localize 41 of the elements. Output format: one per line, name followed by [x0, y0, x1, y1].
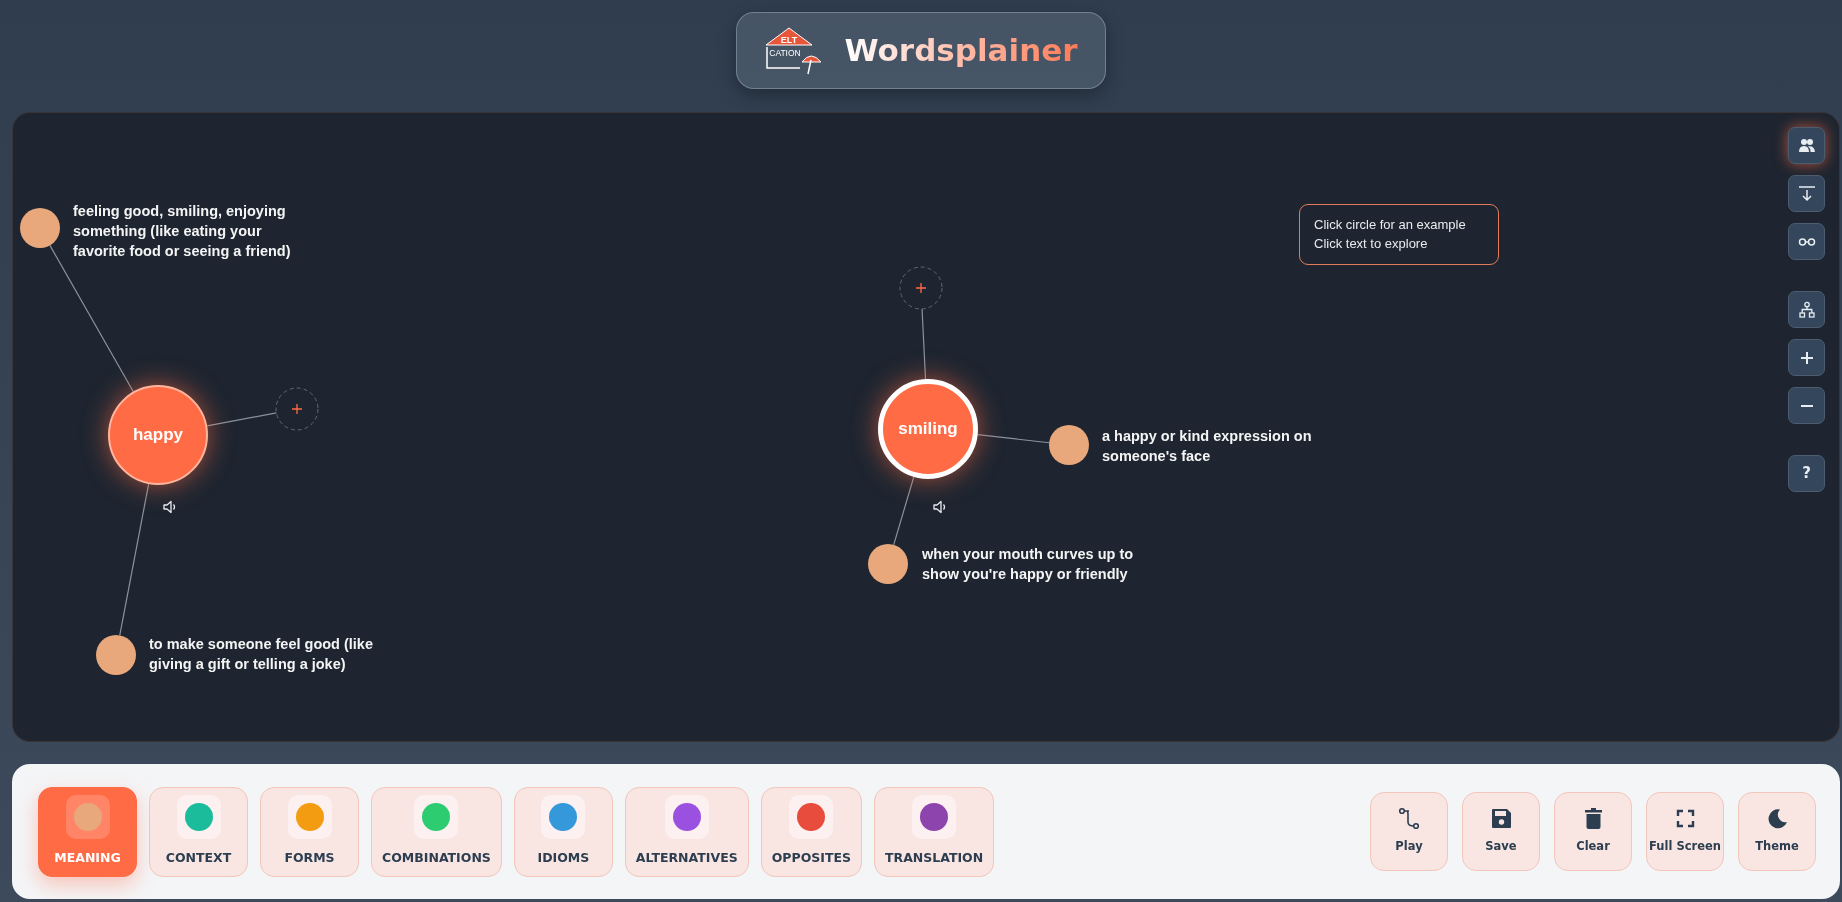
category-tab[interactable]: ALTERNATIVES: [624, 786, 749, 877]
definition-text[interactable]: to make someone feel good (like giving a gift or telling a joke): [149, 634, 381, 674]
arrow-down-icon: [1797, 184, 1816, 203]
full-screen-button[interactable]: Full Screen: [1646, 792, 1724, 871]
example-circle[interactable]: [20, 208, 60, 248]
example-circle[interactable]: [868, 544, 908, 584]
hierarchy-button[interactable]: [1788, 291, 1825, 328]
glasses-button[interactable]: [1788, 223, 1825, 260]
definition-text[interactable]: a happy or kind expression on someone's face: [1102, 426, 1334, 466]
users-button[interactable]: [1788, 127, 1825, 164]
speaker-icon[interactable]: [162, 499, 178, 515]
zoom-in-button[interactable]: [1788, 339, 1825, 376]
hint-text: Click text to explore: [1314, 235, 1429, 253]
category-tab[interactable]: TRANSLATION: [874, 786, 995, 877]
definition-text[interactable]: when your mouth curves up to show you're happy or friendly: [922, 544, 1154, 584]
add-node-button[interactable]: [275, 387, 319, 431]
example-circle[interactable]: [96, 635, 136, 675]
category-tab[interactable]: FORMS: [260, 786, 359, 877]
people-icon: [1797, 136, 1816, 155]
save-button[interactable]: Save: [1462, 792, 1540, 871]
connector-line: [206, 412, 277, 427]
theme-button[interactable]: Theme: [1738, 792, 1816, 871]
add-node-button[interactable]: [899, 266, 943, 310]
category-tab[interactable]: IDIOMS: [513, 786, 613, 877]
path-icon: [1397, 807, 1421, 831]
zoom-out-icon: [1799, 404, 1814, 407]
speaker-icon[interactable]: [932, 499, 948, 515]
arrow-down-button[interactable]: [1788, 175, 1825, 212]
category-tab[interactable]: OPPOSITES: [760, 786, 862, 877]
glasses-icon: [1797, 237, 1816, 246]
play-button[interactable]: Play: [1370, 792, 1448, 871]
connector-line: [893, 476, 915, 546]
example-circle[interactable]: [1049, 425, 1089, 465]
connector-line: [921, 308, 927, 380]
help-button[interactable]: ?: [1788, 455, 1825, 492]
category-tab[interactable]: COMBINATIONS: [371, 786, 502, 877]
clear-button[interactable]: Clear: [1554, 792, 1632, 871]
category-tab[interactable]: CONTEXT: [149, 786, 248, 877]
hint-text: Click circle for an example: [1314, 216, 1467, 234]
definition-text[interactable]: feeling good, smiling, enjoying something (like eating your favorite food or seeing a friend): [73, 201, 305, 261]
hierarchy-icon: [1797, 300, 1816, 319]
